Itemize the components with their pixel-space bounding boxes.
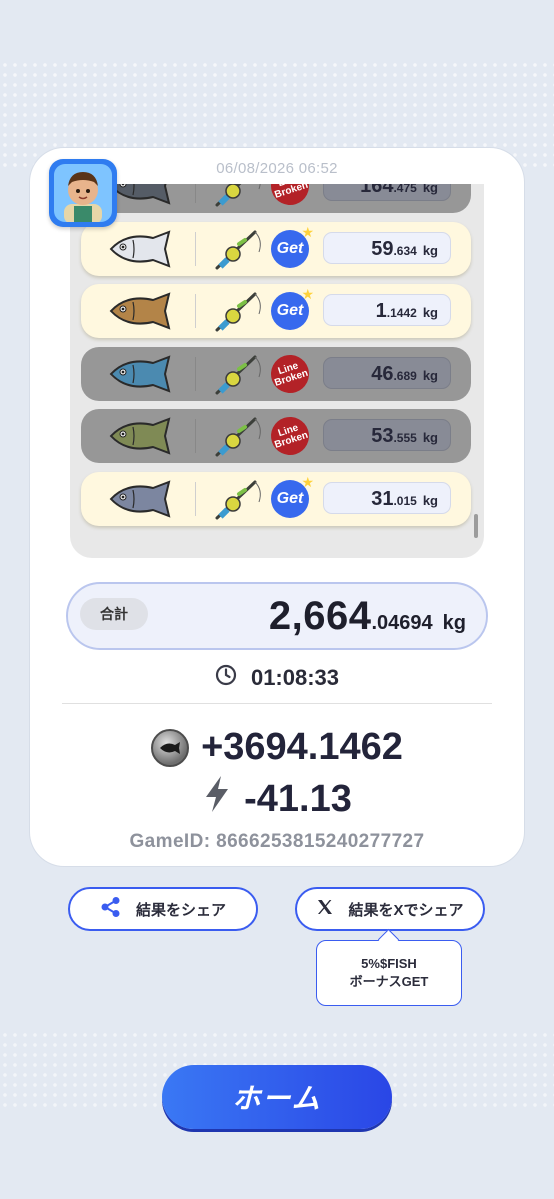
- row-divider: [195, 184, 196, 203]
- share-result-button[interactable]: 結果をシェア: [68, 887, 258, 931]
- share-result-label: 結果をシェア: [135, 901, 226, 919]
- catch-weight-int: 59: [371, 237, 394, 260]
- row-divider: [195, 481, 196, 516]
- x-logo-icon: [316, 898, 334, 920]
- catch-weight-int: 31: [371, 487, 394, 510]
- lightning-icon: [202, 775, 232, 823]
- fish-icon: [105, 290, 185, 332]
- row-divider: [195, 231, 196, 266]
- catch-weight-int: 1: [375, 300, 387, 322]
- catch-weight-unit: kg: [422, 367, 438, 383]
- line-broken-badge: LineBroken: [266, 349, 314, 398]
- catch-weight-int: 46: [371, 362, 394, 385]
- total-label: 合計: [80, 598, 148, 630]
- catch-weight: 46.689 kg: [323, 356, 451, 389]
- catch-weight-unit: kg: [422, 184, 438, 195]
- fishing-rod-icon: [211, 476, 267, 522]
- catch-weight: 31.015 kg: [323, 481, 451, 514]
- get-badge: Get: [271, 224, 314, 268]
- fish-icon: [105, 228, 185, 270]
- fish-reward-value: +3694.1462: [201, 726, 403, 768]
- catch-weight-dec: .1442: [386, 306, 417, 320]
- home-button[interactable]: ホーム: [162, 1065, 392, 1129]
- catch-row: Line Broken 46.689 kg: [81, 346, 471, 401]
- total-weight-dec: .04694: [371, 612, 433, 634]
- catch-weight-dec: .475: [393, 184, 417, 195]
- catch-weight: 53.555 kg: [323, 419, 451, 451]
- row-divider: [195, 294, 196, 328]
- catch-weight-dec: .015: [393, 493, 417, 508]
- catch-weight: 164.475 kg: [323, 184, 451, 201]
- catch-weight-unit: kg: [422, 305, 438, 320]
- result-card: 06/08/2026 06:52 LineBroken164.475kgGet5…: [30, 148, 524, 866]
- game-id: GameID: 8666253815240277727: [129, 831, 425, 852]
- get-badge: Get: [271, 474, 314, 518]
- player-avatar[interactable]: [49, 159, 117, 227]
- line-broken-badge: LineBroken: [266, 412, 314, 460]
- energy-change-value: -41.13: [244, 777, 352, 820]
- avatar-portrait: [54, 164, 112, 222]
- share-on-x-label: 結果をXでシェア: [348, 901, 464, 919]
- fishing-rod-icon: [211, 184, 267, 209]
- section-divider: [62, 703, 492, 704]
- fish-reward: +3694.1462: [30, 726, 524, 769]
- catch-row: LineBroken 164.475 kg: [81, 184, 471, 213]
- catch-row: Get 1.1442 kg: [81, 284, 471, 338]
- catch-weight-dec: .555: [393, 431, 417, 445]
- catch-row: Line Broken 53.555 kg: [81, 409, 471, 463]
- share-on-x-button[interactable]: 結果をXでシェア: [295, 887, 485, 931]
- fishing-rod-icon: [211, 413, 267, 459]
- fish-icon: [105, 353, 185, 395]
- get-badge: Get: [271, 286, 314, 330]
- catch-weight: 59.634 kg: [323, 231, 451, 264]
- catch-weight-int: 53: [371, 425, 394, 447]
- elapsed-time: 01:08:33: [30, 664, 524, 692]
- fishing-rod-icon: [211, 288, 267, 334]
- row-divider: [195, 356, 196, 391]
- row-divider: [195, 419, 196, 453]
- clock-icon: [215, 664, 237, 692]
- fish-icon: [105, 478, 185, 520]
- catch-row: Get 31.015 kg: [81, 471, 471, 526]
- total-weight-value: 2,664 .04694 kg: [269, 592, 466, 640]
- total-weight-unit: kg: [442, 612, 466, 634]
- catch-list[interactable]: LineBroken 164.475 kg Get 59.634 kg Get 1.1442 k…: [70, 184, 484, 558]
- catch-weight-int: 164: [360, 184, 394, 197]
- catch-row: Get 59.634 kg: [81, 221, 471, 276]
- line-broken-badge: LineBroken: [266, 184, 314, 210]
- fishing-rod-icon: [211, 226, 267, 272]
- fish-icon: [105, 184, 185, 207]
- catch-weight-unit: kg: [422, 492, 438, 508]
- catch-list-scrollbar[interactable]: [474, 514, 478, 538]
- catch-weight-dec: .634: [393, 243, 417, 258]
- catch-weight-dec: .689: [393, 368, 417, 383]
- energy-change: -41.13: [30, 775, 524, 823]
- fish-token-icon: [151, 728, 190, 767]
- bonus-tooltip: 5%$FISH ボーナスGET: [316, 940, 462, 1006]
- elapsed-time-value: 01:08:33: [250, 665, 340, 690]
- share-icon: [100, 896, 122, 922]
- fish-icon: [105, 415, 185, 457]
- catch-weight: 1.1442 kg: [323, 294, 451, 326]
- fishing-rod-icon: [211, 351, 267, 397]
- catch-weight-unit: kg: [422, 242, 438, 258]
- total-weight-int: 2,664: [268, 594, 372, 638]
- total-weight-box: 合計 2,664 .04694 kg: [66, 582, 488, 650]
- catch-weight-unit: kg: [422, 430, 438, 445]
